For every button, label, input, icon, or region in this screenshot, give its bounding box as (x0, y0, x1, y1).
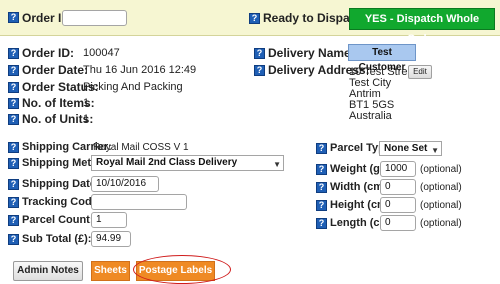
height-optional-note: (optional) (420, 200, 462, 211)
help-icon[interactable]: ? (8, 142, 19, 153)
help-icon[interactable]: ? (8, 12, 19, 23)
length-optional-note: (optional) (420, 218, 462, 229)
help-icon[interactable]: ? (316, 164, 327, 175)
edit-address-button[interactable]: Edit (408, 65, 432, 79)
shipping-date-label: Shipping Date: (22, 178, 100, 190)
help-icon[interactable]: ? (8, 158, 19, 169)
shipping-carrier-value: Royal Mail COSS V 1 (93, 142, 189, 153)
order-id-label: Order ID: (22, 46, 75, 60)
address-line-5: Australia (349, 110, 392, 122)
parcel-type-selected: None Set (384, 143, 428, 154)
help-icon[interactable]: ? (8, 179, 19, 190)
order-id-value: 100047 (83, 47, 120, 59)
width-input[interactable]: 0 (380, 179, 416, 195)
help-icon[interactable]: ? (249, 13, 260, 24)
help-icon[interactable]: ? (316, 218, 327, 229)
help-icon[interactable]: ? (8, 98, 19, 109)
length-input[interactable]: 0 (380, 215, 416, 231)
weight-label: Weight (g): (330, 163, 388, 175)
order-status-value: Picking And Packing (83, 81, 183, 93)
chevron-down-icon: ▼ (273, 160, 281, 169)
help-icon[interactable]: ? (8, 215, 19, 226)
parcel-count-label: Parcel Count: (22, 214, 94, 226)
delivery-name-value: Test Customer (348, 44, 416, 73)
units-count-value: 1 (83, 113, 90, 125)
help-icon[interactable]: ? (8, 234, 19, 245)
dispatch-whole-order-button[interactable]: YES - Dispatch Whole Order (349, 8, 495, 45)
parcel-count-input[interactable]: 1 (91, 212, 127, 228)
help-icon[interactable]: ? (8, 82, 19, 93)
help-icon[interactable]: ? (316, 182, 327, 193)
help-icon[interactable]: ? (254, 48, 265, 59)
help-icon[interactable]: ? (8, 65, 19, 76)
sheets-button[interactable]: Sheets (91, 261, 130, 281)
order-date-label: Order Date: (22, 63, 89, 77)
tracking-code-label: Tracking Code: (22, 196, 102, 208)
shipping-date-input[interactable]: 10/10/2016 (91, 176, 159, 192)
help-icon[interactable]: ? (254, 65, 265, 76)
shipping-method-selected: Royal Mail 2nd Class Delivery (96, 157, 238, 168)
subtotal-input[interactable]: 94.99 (91, 231, 131, 247)
items-count-value: 1 (83, 97, 90, 109)
subtotal-label: Sub Total (£): (22, 233, 92, 245)
help-icon[interactable]: ? (316, 200, 327, 211)
highlight-oval (133, 255, 231, 284)
height-input[interactable]: 0 (380, 197, 416, 213)
help-icon[interactable]: ? (8, 114, 19, 125)
chevron-down-icon: ▼ (431, 146, 439, 155)
help-icon[interactable]: ? (8, 197, 19, 208)
help-icon[interactable]: ? (316, 143, 327, 154)
help-icon[interactable]: ? (8, 48, 19, 59)
order-id-search-input[interactable] (62, 10, 127, 26)
delivery-name-label: Delivery Name: (268, 46, 355, 60)
tracking-code-input[interactable] (91, 194, 187, 210)
weight-input[interactable]: 1000 (380, 161, 416, 177)
width-optional-note: (optional) (420, 182, 462, 193)
admin-notes-button[interactable]: Admin Notes (13, 261, 83, 281)
parcel-type-select[interactable]: None Set ▼ (379, 141, 442, 156)
weight-optional-note: (optional) (420, 164, 462, 175)
shipping-method-select[interactable]: Royal Mail 2nd Class Delivery ▼ (91, 155, 284, 171)
order-date-value: Thu 16 Jun 2016 12:49 (83, 64, 197, 76)
